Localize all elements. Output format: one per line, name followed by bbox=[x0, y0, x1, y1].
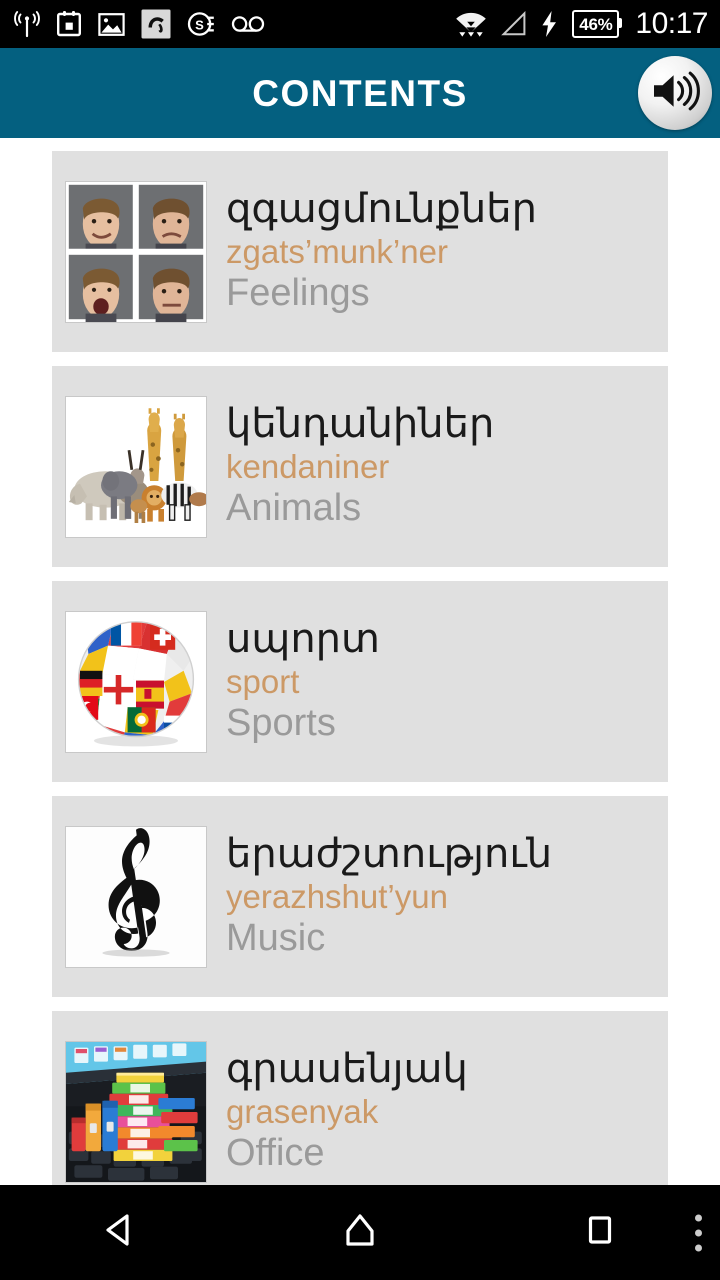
home-icon bbox=[337, 1207, 383, 1258]
se-badge-icon: S bbox=[187, 10, 215, 38]
gallery-image-icon bbox=[98, 12, 125, 37]
overflow-menu-button[interactable] bbox=[695, 1214, 702, 1251]
speaker-volume-icon bbox=[650, 69, 700, 118]
list-item[interactable]: երաժշտություն yerazhshut’yun Music bbox=[52, 796, 668, 997]
item-english-label: Sports bbox=[226, 702, 336, 745]
battery-indicator: 46% bbox=[572, 10, 623, 38]
status-bar-clock: 10:17 bbox=[635, 7, 708, 40]
app-header: CONTENTS bbox=[0, 48, 720, 138]
speaker-volume-button[interactable] bbox=[638, 56, 712, 130]
list-item-text: գրասենյակ grasenyak Office bbox=[207, 1047, 668, 1176]
status-bar-left-icons: S bbox=[14, 9, 265, 39]
flag-soccer-ball-thumbnail bbox=[65, 610, 207, 753]
avira-umbrella-icon bbox=[141, 9, 171, 39]
item-translit-label: sport bbox=[226, 662, 300, 700]
back-button[interactable] bbox=[0, 1185, 240, 1280]
list-item-text: կենդանիներ kendaniner Animals bbox=[207, 402, 668, 531]
wifi-icon bbox=[454, 10, 488, 38]
item-native-label: գրասենյակ bbox=[226, 1046, 468, 1091]
item-native-label: սպորտ bbox=[226, 616, 380, 661]
faces-grid-thumbnail bbox=[65, 180, 207, 323]
page-title: CONTENTS bbox=[252, 72, 468, 114]
list-item[interactable]: գրասենյակ grasenyak Office bbox=[52, 1011, 668, 1185]
cell-signal-icon bbox=[500, 11, 528, 37]
animals-group-thumbnail bbox=[65, 395, 207, 538]
list-item[interactable]: կենդանիներ kendaniner Animals bbox=[52, 366, 668, 567]
faces-grid-image bbox=[66, 181, 206, 322]
charging-bolt-icon bbox=[540, 10, 558, 38]
list-item-text: զգացմունքներ zgats’munk’ner Feelings bbox=[207, 187, 668, 316]
item-native-label: երաժշտություն bbox=[226, 831, 553, 876]
animals-group-image bbox=[66, 396, 206, 537]
list-item[interactable]: զգացմունքներ zgats’munk’ner Feelings bbox=[52, 151, 668, 352]
battery-percent-label: 46% bbox=[579, 14, 613, 34]
status-bar: S 46% 10:17 bbox=[0, 0, 720, 48]
recents-button[interactable] bbox=[480, 1185, 720, 1280]
list-item[interactable]: սպորտ sport Sports bbox=[52, 581, 668, 782]
calendar-icon bbox=[56, 10, 82, 38]
home-button[interactable] bbox=[240, 1185, 480, 1280]
flag-soccer-ball-image bbox=[66, 611, 206, 752]
item-translit-label: grasenyak bbox=[226, 1092, 379, 1130]
overflow-dot-icon bbox=[695, 1214, 702, 1221]
status-bar-right-icons: 46% 10:17 bbox=[454, 9, 708, 39]
item-translit-label: kendaniner bbox=[226, 447, 390, 485]
contents-list[interactable]: զգացմունքներ zgats’munk’ner Feelings կեն… bbox=[0, 138, 720, 1185]
item-english-label: Office bbox=[226, 1132, 325, 1175]
app-screen: S 46% 10:17 CONTENTS զգացմունքներ zgats’… bbox=[0, 0, 720, 1280]
item-native-label: զգացմունքներ bbox=[226, 186, 537, 231]
list-item-text: սպորտ sport Sports bbox=[207, 617, 668, 746]
item-translit-label: yerazhshut’yun bbox=[226, 877, 448, 915]
treble-clef-thumbnail bbox=[65, 825, 207, 968]
item-english-label: Animals bbox=[226, 487, 362, 530]
recents-square-icon bbox=[577, 1207, 623, 1258]
item-translit-label: zgats’munk’ner bbox=[226, 232, 448, 270]
binders-laptop-image bbox=[66, 1041, 206, 1182]
svg-text:S: S bbox=[195, 17, 204, 32]
voicemail-icon bbox=[231, 13, 265, 35]
list-item-text: երաժշտություն yerazhshut’yun Music bbox=[207, 832, 668, 961]
binders-laptop-thumbnail bbox=[65, 1040, 207, 1183]
item-english-label: Feelings bbox=[226, 272, 370, 315]
item-english-label: Music bbox=[226, 917, 326, 960]
overflow-dot-icon bbox=[695, 1244, 702, 1251]
back-triangle-icon bbox=[97, 1207, 143, 1258]
overflow-dot-icon bbox=[695, 1229, 702, 1236]
treble-clef-image bbox=[66, 826, 206, 967]
android-navigation-bar bbox=[0, 1185, 720, 1280]
broadcast-tower-icon bbox=[14, 10, 40, 38]
item-native-label: կենդանիներ bbox=[226, 401, 495, 446]
